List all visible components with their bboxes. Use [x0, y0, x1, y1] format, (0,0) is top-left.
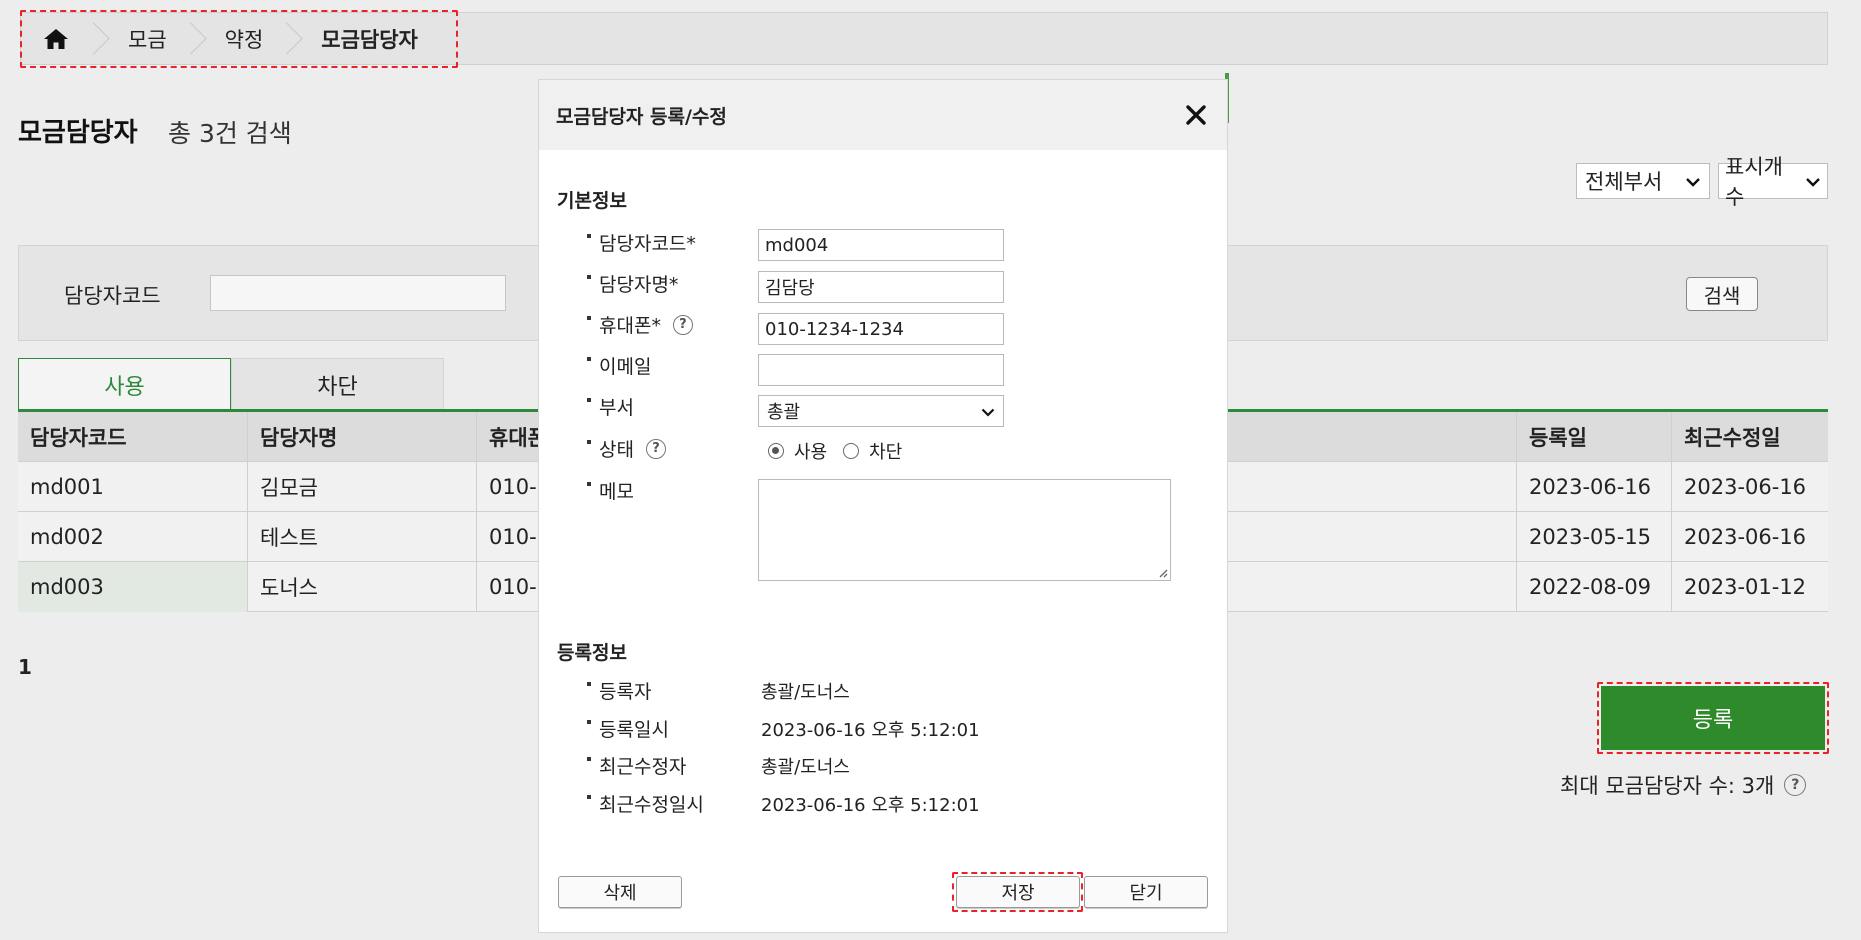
cell-code[interactable]: md003	[18, 562, 248, 612]
max-manager-info: 최대 모금담당자 수: 3개 ?	[1560, 770, 1807, 800]
status-radio-blocked[interactable]	[843, 443, 860, 459]
search-label: 담당자코드	[64, 284, 161, 308]
department-select-value: 전체부서	[1585, 170, 1663, 194]
modifier-value: 총괄/도너스	[761, 757, 850, 778]
help-icon[interactable]: ?	[1784, 774, 1807, 796]
basic-info-heading: 기본정보	[557, 190, 627, 212]
dept-select-value: 총괄	[767, 402, 801, 423]
memo-textarea[interactable]	[758, 479, 1171, 581]
field-label: 메모	[587, 477, 634, 504]
mod-datetime-label: 최근수정일시	[599, 794, 704, 816]
cell-name: 도너스	[248, 562, 477, 612]
cell-reg-date: 2023-05-15	[1517, 512, 1672, 562]
field-label: 상태?	[587, 435, 666, 462]
cell-name: 김모금	[248, 462, 477, 512]
register-button-highlight	[1597, 682, 1829, 754]
mod-datetime-value: 2023-06-16 오후 5:12:01	[761, 795, 980, 816]
info-label: 등록일시	[587, 715, 669, 742]
cell-mod-date: 2023-06-16	[1684, 475, 1807, 499]
info-label: 최근수정자	[587, 752, 686, 779]
email-label: 이메일	[599, 356, 652, 378]
max-manager-text: 최대 모금담당자 수: 3개	[1560, 774, 1775, 798]
manager-edit-modal: 모금담당자 등록/수정 기본정보 담당자코드* md004 담당자명* 김담당 …	[539, 80, 1227, 932]
tab-active[interactable]: 사용	[18, 358, 231, 410]
save-button-highlight	[952, 872, 1083, 912]
status-label: 상태	[599, 439, 634, 461]
info-label: 최근수정일시	[587, 790, 704, 817]
cell-reg-date: 2023-06-16	[1517, 462, 1672, 512]
column-header[interactable]: 담당자코드	[18, 412, 248, 462]
result-count: 총 3건 검색	[168, 119, 292, 148]
reg-datetime-value: 2023-06-16 오후 5:12:01	[761, 720, 980, 741]
dept-label: 부서	[599, 397, 634, 419]
chevron-down-icon	[1805, 172, 1821, 191]
memo-label: 메모	[599, 481, 634, 503]
display-count-value: 표시개수	[1725, 155, 1783, 209]
field-label: 휴대폰*?	[587, 311, 693, 338]
code-input[interactable]: md004	[758, 229, 1004, 261]
breadcrumb-highlight	[20, 10, 458, 68]
page-title: 모금담당자	[18, 118, 138, 148]
field-label: 담당자코드*	[587, 229, 696, 256]
name-label: 담당자명*	[599, 274, 679, 296]
tab-blocked[interactable]: 차단	[231, 358, 444, 410]
modifier-label: 최근수정자	[599, 756, 687, 778]
help-icon[interactable]: ?	[672, 314, 693, 335]
resize-grip-icon[interactable]	[1156, 566, 1168, 578]
modal-title: 모금담당자 등록/수정	[556, 105, 727, 128]
column-header[interactable]: 등록일	[1517, 412, 1672, 462]
help-icon[interactable]: ?	[645, 438, 666, 459]
cell-mod-date: 2023-06-16	[1684, 525, 1807, 549]
registrant-value: 총괄/도너스	[761, 682, 850, 703]
field-label: 담당자명*	[587, 270, 678, 297]
close-button[interactable]: 닫기	[1084, 876, 1208, 908]
column-header[interactable]: 담당자명	[248, 412, 477, 462]
status-option-label[interactable]: 차단	[869, 438, 902, 464]
cell-code[interactable]: md002	[18, 512, 248, 562]
delete-button[interactable]: 삭제	[558, 876, 682, 908]
status-radio-active[interactable]	[768, 443, 784, 459]
name-input[interactable]: 김담당	[758, 271, 1004, 303]
chevron-down-icon	[1685, 172, 1701, 191]
pagination-current[interactable]: 1	[18, 655, 32, 679]
cell-reg-date: 2022-08-09	[1517, 562, 1672, 612]
phone-input[interactable]: 010-1234-1234	[758, 313, 1004, 345]
reg-datetime-label: 등록일시	[599, 719, 669, 741]
dept-select[interactable]: 총괄	[758, 395, 1004, 427]
field-label: 부서	[587, 393, 634, 420]
department-select[interactable]: 전체부서	[1576, 163, 1710, 199]
search-button[interactable]: 검색	[1686, 277, 1758, 311]
email-input[interactable]	[758, 354, 1004, 386]
registration-info-heading: 등록정보	[557, 642, 627, 664]
cell-code[interactable]: md001	[18, 462, 248, 512]
search-code-input[interactable]	[210, 275, 506, 311]
registrant-label: 등록자	[599, 681, 652, 703]
display-count-select[interactable]: 표시개수	[1718, 155, 1828, 209]
info-label: 등록자	[587, 677, 651, 704]
cell-mod-date: 2023-01-12	[1684, 575, 1807, 599]
code-label: 담당자코드*	[599, 233, 696, 255]
status-radio-group: 사용 차단	[768, 438, 902, 464]
chevron-down-icon	[981, 401, 995, 422]
phone-label: 휴대폰*	[599, 315, 661, 337]
close-icon[interactable]	[1181, 100, 1211, 130]
modal-header: 모금담당자 등록/수정	[539, 80, 1227, 150]
status-option-label[interactable]: 사용	[794, 438, 827, 464]
column-header[interactable]: 최근수정일	[1672, 412, 1828, 462]
cell-name: 테스트	[248, 512, 477, 562]
field-label: 이메일	[587, 352, 651, 379]
